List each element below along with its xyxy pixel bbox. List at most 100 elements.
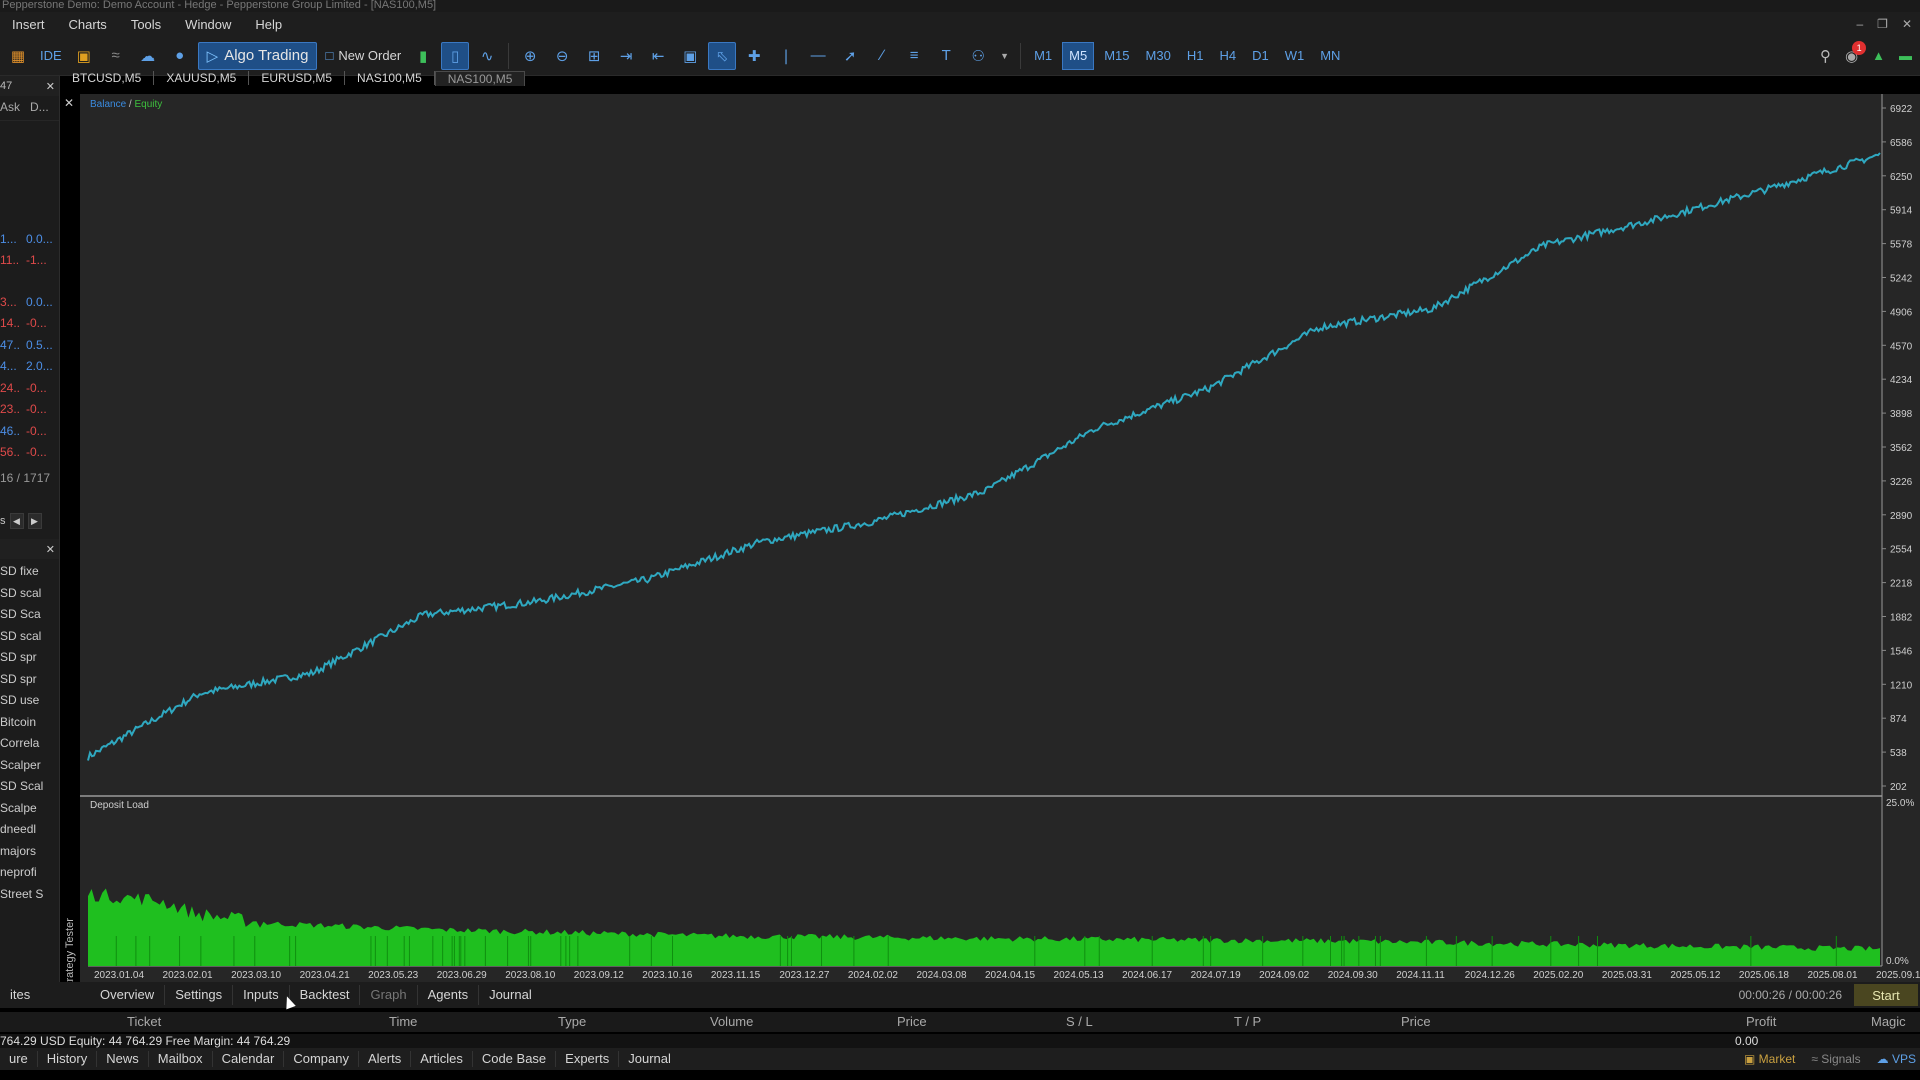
chart-tab-nas100-active[interactable]: NAS100,M5 [434,70,526,86]
restore-icon[interactable]: ❐ [1877,17,1888,31]
timeframe-m1[interactable]: M1 [1028,42,1058,70]
line-chart-icon[interactable]: ∿ [473,42,501,70]
col-price[interactable]: Price [897,1014,927,1029]
market-watch-row[interactable]: 56... -0... [0,442,59,464]
notifications-icon[interactable]: ◉ 1 [1845,40,1867,65]
navigator-item[interactable]: SD spr [0,647,59,669]
close-market-watch-icon[interactable]: ✕ [46,80,55,93]
bar-chart-icon[interactable]: ▮ [409,42,437,70]
tab-articles[interactable]: Articles [411,1051,473,1067]
globe-icon[interactable]: ● [166,42,194,70]
trendline-icon[interactable]: ➚ [836,42,864,70]
tab-agents[interactable]: Agents [418,985,480,1005]
cursor-icon[interactable]: ⬁ [708,41,737,70]
market-button[interactable]: ▣ Market [1744,1052,1795,1066]
zoom-out-icon[interactable]: ⊖ [548,42,576,70]
chart-tab-eurusd[interactable]: EURUSD,M5 [249,71,346,85]
tab-calendar[interactable]: Calendar [213,1051,285,1067]
signal-icon[interactable]: ≈ [102,42,130,70]
market-watch-row[interactable]: 3... 0.0... [0,291,59,313]
navigator-item[interactable]: SD spr [0,669,59,691]
search-icon[interactable]: ⚲ [1820,47,1831,65]
timeframe-h1[interactable]: H1 [1181,42,1210,70]
tab-journal-toolbox[interactable]: Journal [619,1051,680,1067]
backtest-graph[interactable]: Balance / Equity 6922 6586 6250 5914 5578 5242… [80,94,1920,984]
market-watch-row[interactable]: 1... 0.0... [0,228,59,250]
navigator-item[interactable]: dneedl [0,819,59,841]
navigator-item[interactable]: Scalpe [0,798,59,820]
chart-tab-btcusd[interactable]: BTCUSD,M5 [60,71,155,85]
tab-experts[interactable]: Experts [556,1051,620,1067]
tab-code-base[interactable]: Code Base [473,1051,557,1067]
col-sl[interactable]: S / L [1066,1014,1093,1029]
market-watch-row[interactable]: 24... -0... [0,377,59,399]
cloud-icon[interactable]: ☁ [134,42,162,70]
navigator-item[interactable]: Bitcoin [0,712,59,734]
menu-tools[interactable]: Tools [119,17,173,32]
chart-shift-icon[interactable]: ⇤ [644,42,672,70]
close-icon[interactable]: ✕ [1902,17,1912,31]
algo-trading-button[interactable]: ▷ Algo Trading [197,41,318,70]
market-watch-row[interactable]: 47... 0.5... [0,334,59,356]
col-type[interactable]: Type [558,1014,586,1029]
scroll-right-icon[interactable]: ▶ [27,513,42,529]
tab-company[interactable]: Company [284,1051,359,1067]
timeframe-m5[interactable]: M5 [1062,41,1095,70]
scroll-left-icon[interactable]: ◀ [9,513,24,529]
tab-settings[interactable]: Settings [165,985,234,1005]
briefcase-icon[interactable]: ▣ [70,42,98,70]
timeframe-m30[interactable]: M30 [1140,42,1177,70]
auto-scroll-icon[interactable]: ⇥ [612,42,640,70]
col-tp[interactable]: T / P [1234,1014,1261,1029]
navigator-item[interactable]: SD fixe [0,561,59,583]
favorites-tab[interactable]: ites [0,985,90,1005]
timeframe-mn[interactable]: MN [1314,42,1346,70]
col-current-price[interactable]: Price [1401,1014,1431,1029]
navigator-item[interactable]: majors [0,841,59,863]
navigator-item[interactable]: neprofi [0,862,59,884]
start-button[interactable]: Start [1854,984,1918,1006]
zoom-in-icon[interactable]: ⊕ [516,42,544,70]
market-watch-row[interactable]: 14... -0... [0,313,59,335]
market-watch-row[interactable]: 4... 2.0... [0,356,59,378]
tab-news[interactable]: News [97,1051,149,1067]
crosshair-icon[interactable]: ✚ [740,42,768,70]
menu-insert[interactable]: Insert [0,17,57,32]
horizontal-line-icon[interactable]: — [804,42,832,70]
timeframe-d1[interactable]: D1 [1246,42,1275,70]
tab-alerts[interactable]: Alerts [359,1051,412,1067]
new-order-button[interactable]: □ New Order [321,42,405,70]
channel-icon[interactable]: ∕ [868,42,896,70]
navigator-item[interactable]: Correla [0,733,59,755]
navigator-item[interactable]: SD Sca [0,604,59,626]
col-ask[interactable]: Ask [0,100,20,116]
menu-help[interactable]: Help [243,17,294,32]
timeframe-w1[interactable]: W1 [1279,42,1311,70]
tab-backtest[interactable]: Backtest [290,985,361,1005]
text-icon[interactable]: T [932,42,960,70]
navigator-item[interactable]: SD scal [0,583,59,605]
menu-window[interactable]: Window [173,17,243,32]
navigator-item[interactable]: Street S [0,884,59,906]
col-magic[interactable]: Magic [1871,1014,1906,1029]
navigator-item[interactable]: Scalper [0,755,59,777]
minimize-icon[interactable]: – [1856,17,1863,31]
tab-graph[interactable]: Graph [360,985,418,1005]
tab-history[interactable]: History [38,1051,98,1067]
col-ticket[interactable]: Ticket [127,1014,161,1029]
tab-mailbox[interactable]: Mailbox [149,1051,213,1067]
col-time[interactable]: Time [389,1014,417,1029]
fibonacci-icon[interactable]: ≡ [900,42,928,70]
navigator-tab-label[interactable]: s [0,515,6,527]
market-watch-row[interactable]: 11... -1... [0,250,59,272]
navigator-item[interactable]: SD use [0,690,59,712]
vertical-line-icon[interactable]: ∣ [772,42,800,70]
chart-tab-nas100[interactable]: NAS100,M5 [345,71,435,85]
candlestick-icon[interactable]: ▯ [441,41,470,70]
col-daily-change[interactable]: D... [30,100,49,116]
metaeditor-icon[interactable]: ▦ [4,42,32,70]
shapes-icon[interactable]: ⚇ [964,42,992,70]
timeframe-h4[interactable]: H4 [1213,42,1242,70]
tab-journal[interactable]: Journal [479,985,542,1005]
vps-button[interactable]: ☁ VPS [1877,1052,1916,1066]
